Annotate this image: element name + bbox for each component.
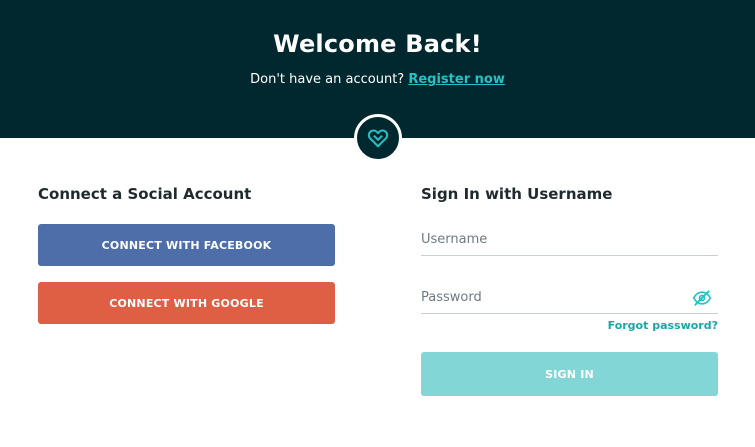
forgot-password-link[interactable]: Forgot password? [608,319,718,332]
connect-facebook-button[interactable]: CONNECT WITH FACEBOOK [38,224,335,266]
username-field [421,224,718,256]
connect-google-button[interactable]: CONNECT WITH GOOGLE [38,282,335,324]
page-title: Welcome Back! [273,30,482,58]
password-input[interactable] [421,282,718,313]
register-link[interactable]: Register now [408,72,505,87]
username-input[interactable] [421,224,718,255]
signin-section-title: Sign In with Username [421,185,613,203]
logo-badge [354,114,402,162]
social-section-title: Connect a Social Account [38,185,252,203]
sign-in-button[interactable]: SIGN IN [421,352,718,396]
register-prompt: Don't have an account? Register now [0,72,755,87]
no-account-text: Don't have an account? [250,72,409,87]
password-visibility-toggle[interactable] [692,288,712,308]
heart-icon [367,129,389,148]
password-field [421,282,718,314]
eye-off-icon [692,290,712,306]
